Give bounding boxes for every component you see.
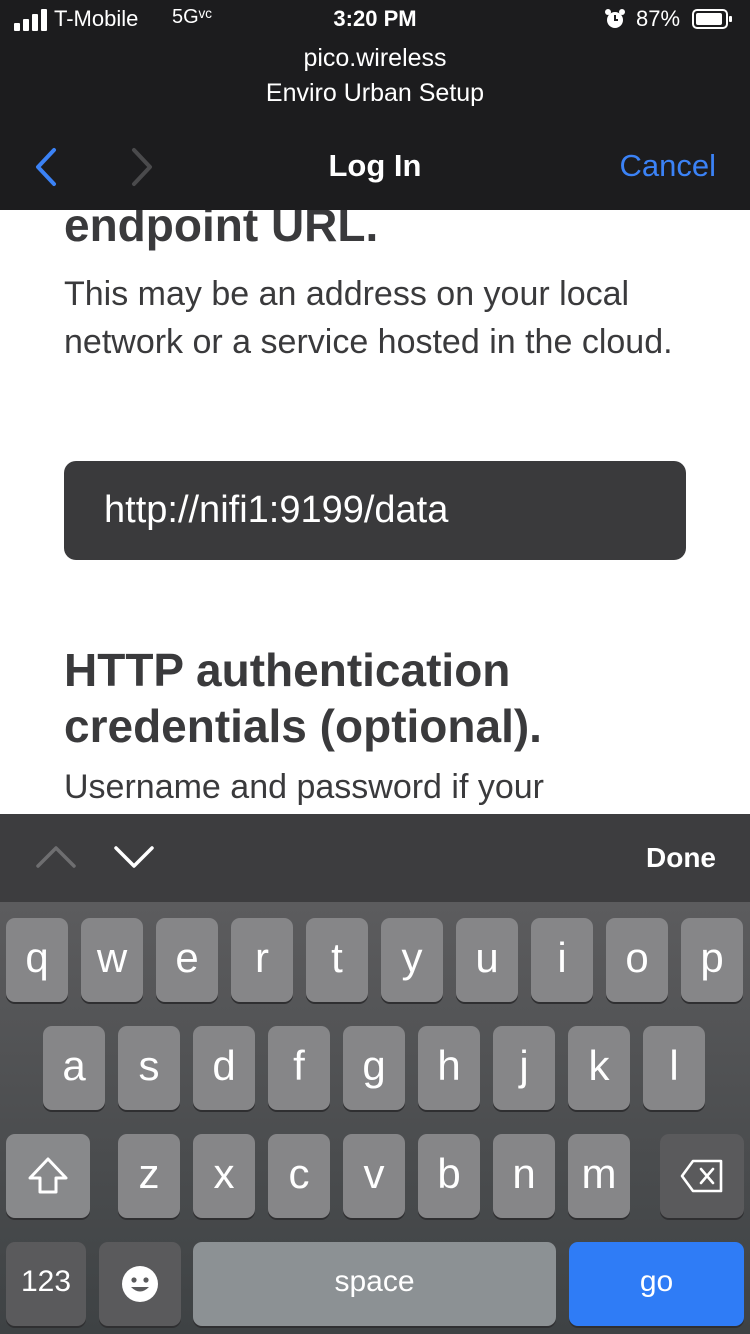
key[interactable]: l: [643, 1026, 705, 1110]
key-label: z: [138, 1150, 160, 1197]
key-label: o: [625, 934, 649, 981]
key-label: s: [138, 1042, 160, 1089]
chevron-down-icon[interactable]: [114, 836, 154, 876]
key-label: k: [588, 1042, 610, 1089]
key[interactable]: b: [418, 1134, 480, 1218]
key-label: m: [581, 1150, 617, 1197]
key-label: i: [557, 934, 567, 981]
endpoint-heading: endpoint URL.: [64, 210, 379, 251]
key-label: e: [175, 934, 199, 981]
web-content: endpoint URL. This may be an address on …: [0, 210, 750, 814]
chevron-up-icon[interactable]: [36, 836, 76, 876]
endpoint-url-input[interactable]: http://nifi1:9199/data: [64, 461, 686, 560]
key[interactable]: i: [531, 918, 593, 1002]
key[interactable]: r: [231, 918, 293, 1002]
key[interactable]: h: [418, 1026, 480, 1110]
auth-heading: HTTP authentication credentials (optiona…: [64, 644, 542, 752]
key-label: j: [519, 1042, 529, 1089]
key-label: r: [255, 934, 269, 981]
key-label: d: [212, 1042, 236, 1089]
go-key[interactable]: go: [569, 1242, 744, 1326]
status-bar: T-Mobile 5Gᵛᶜ 3:20 PM 87%: [0, 0, 750, 40]
done-button[interactable]: Done: [646, 842, 716, 874]
auth-description: Username and password if your: [64, 768, 545, 806]
key-label: go: [639, 1265, 674, 1298]
numbers-key[interactable]: 123: [6, 1242, 86, 1326]
key-label: space: [334, 1265, 415, 1298]
key[interactable]: m: [568, 1134, 630, 1218]
keyboard-accessory-bar: [0, 814, 750, 902]
key-label: c: [288, 1150, 310, 1197]
key[interactable]: e: [156, 918, 218, 1002]
emoji-key[interactable]: [99, 1242, 181, 1326]
key-label: g: [362, 1042, 386, 1089]
key[interactable]: d: [193, 1026, 255, 1110]
shift-icon: [28, 1157, 68, 1194]
key-label: x: [213, 1150, 235, 1197]
key[interactable]: u: [456, 918, 518, 1002]
key-label: a: [62, 1042, 86, 1089]
key-label: q: [25, 934, 49, 981]
host-label: pico.wireless: [303, 44, 447, 72]
key[interactable]: n: [493, 1134, 555, 1218]
key-label: p: [700, 934, 724, 981]
key-label: w: [96, 934, 128, 981]
key-label: 123: [20, 1265, 72, 1298]
key[interactable]: g: [343, 1026, 405, 1110]
key-label: h: [437, 1042, 461, 1089]
emoji-icon: [122, 1266, 158, 1302]
cancel-button[interactable]: Cancel: [620, 148, 717, 184]
key-label: y: [401, 934, 423, 981]
key[interactable]: x: [193, 1134, 255, 1218]
delete-key[interactable]: [660, 1134, 744, 1218]
key-label: f: [293, 1042, 305, 1089]
key[interactable]: k: [568, 1026, 630, 1110]
key-label: n: [512, 1150, 536, 1197]
key[interactable]: c: [268, 1134, 330, 1218]
keyboard: q w e r t y u i o p a s d f g h j k l z …: [0, 902, 750, 1334]
backspace-icon: [680, 1159, 723, 1193]
key[interactable]: v: [343, 1134, 405, 1218]
battery-icon: [692, 9, 732, 29]
battery-percent: 87%: [636, 6, 681, 31]
key[interactable]: w: [81, 918, 143, 1002]
key-label: b: [437, 1150, 461, 1197]
key[interactable]: a: [43, 1026, 105, 1110]
header-subtitle: Enviro Urban Setup: [265, 79, 485, 107]
key-label: u: [475, 934, 499, 981]
top-bar: T-Mobile 5Gᵛᶜ 3:20 PM 87% pico.wireless …: [0, 0, 750, 210]
key[interactable]: z: [118, 1134, 180, 1218]
key-label: v: [363, 1150, 385, 1197]
key-label: l: [669, 1042, 679, 1089]
shift-key[interactable]: [6, 1134, 90, 1218]
key[interactable]: s: [118, 1026, 180, 1110]
key[interactable]: t: [306, 918, 368, 1002]
key[interactable]: y: [381, 918, 443, 1002]
key[interactable]: o: [606, 918, 668, 1002]
key[interactable]: p: [681, 918, 743, 1002]
endpoint-description: This may be an address on your local net…: [64, 275, 673, 361]
key-label: t: [331, 934, 343, 981]
space-key[interactable]: space: [193, 1242, 556, 1326]
alarm-icon: [605, 9, 625, 28]
key[interactable]: q: [6, 918, 68, 1002]
key[interactable]: f: [268, 1026, 330, 1110]
key[interactable]: j: [493, 1026, 555, 1110]
